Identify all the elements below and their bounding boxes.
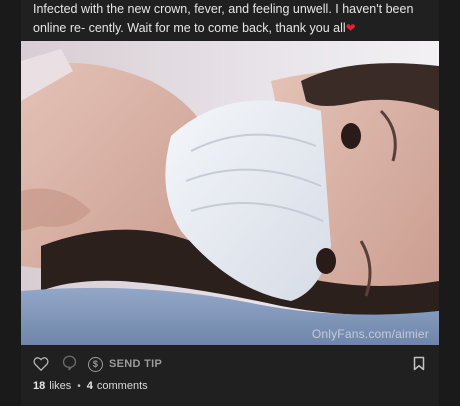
post-stats: 18 likes • 4 comments <box>33 380 148 392</box>
send-tip-button[interactable]: $ SEND TIP <box>88 354 162 374</box>
post-photo-image <box>21 41 439 345</box>
send-tip-label: SEND TIP <box>109 358 163 370</box>
post-caption: Infected with the new crown, fever, and … <box>33 0 433 38</box>
bookmark-button[interactable] <box>408 352 430 374</box>
comments-label[interactable]: comments <box>97 380 148 392</box>
bookmark-icon <box>413 356 425 370</box>
likes-label[interactable]: likes <box>49 380 71 392</box>
comment-bubble-icon <box>62 355 76 371</box>
heart-emoji: ❤ <box>345 21 356 35</box>
dollar-circle-icon: $ <box>88 356 103 372</box>
likes-count: 18 <box>33 380 46 392</box>
post-actions-bar: $ SEND TIP <box>21 352 439 376</box>
heart-outline-icon <box>33 356 49 371</box>
post-card: Infected with the new crown, fever, and … <box>21 0 439 406</box>
like-button[interactable] <box>30 352 52 374</box>
post-caption-text: Infected with the new crown, fever, and … <box>33 2 414 35</box>
photo-watermark: OnlyFans.com/aimier <box>311 327 429 341</box>
comments-count: 4 <box>86 380 93 392</box>
comment-button[interactable] <box>58 352 80 374</box>
post-photo[interactable]: OnlyFans.com/aimier <box>21 41 439 345</box>
stats-separator: • <box>77 380 81 392</box>
